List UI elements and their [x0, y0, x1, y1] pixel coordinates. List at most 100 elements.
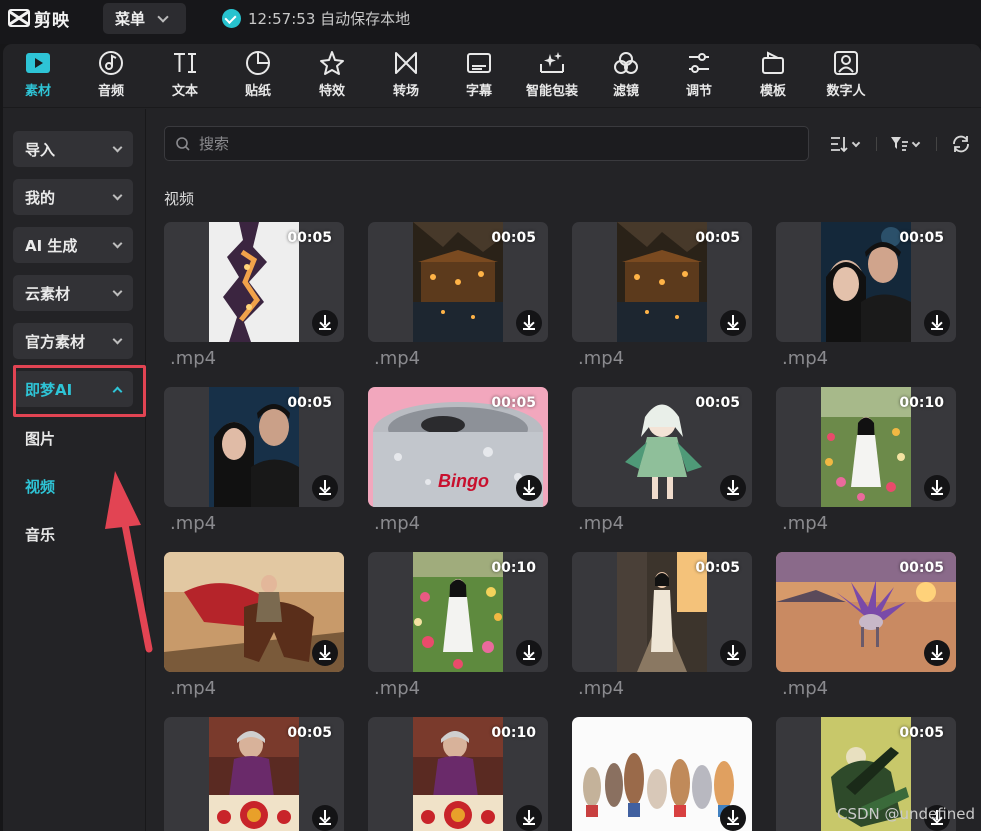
category-cloud[interactable]: 云素材	[13, 275, 133, 311]
video-card[interactable]: Bingo 00:05	[368, 387, 548, 507]
video-duration: 00:05	[287, 725, 332, 741]
menu-button[interactable]: 菜单	[103, 3, 186, 34]
video-thumbnail	[617, 222, 707, 342]
sticker-icon	[246, 50, 271, 75]
subitem-videos[interactable]: 视频	[25, 476, 55, 497]
chevron-down-icon	[112, 190, 123, 200]
tab-label: 模板	[759, 84, 786, 99]
video-card[interactable]: 00:05	[572, 222, 752, 342]
sort-icon	[831, 137, 848, 153]
tab-effects[interactable]: 特效	[314, 50, 350, 102]
menu-label: 菜单	[115, 10, 146, 28]
autosave-status: 12:57:53 自动保存本地	[222, 8, 410, 28]
download-icon[interactable]	[516, 640, 542, 666]
video-card[interactable]: 00:05	[572, 552, 752, 672]
video-card[interactable]	[572, 717, 752, 831]
refresh-button[interactable]	[951, 133, 971, 155]
video-filename: .mp4	[578, 513, 625, 534]
video-thumbnail	[413, 222, 503, 342]
video-card[interactable]: 00:05	[572, 387, 752, 507]
video-filename: .mp4	[374, 348, 421, 369]
tab-label: 智能包装	[525, 84, 578, 99]
search-input[interactable]: 搜索	[164, 126, 809, 161]
download-icon[interactable]	[312, 805, 338, 831]
video-filename: .mp4	[374, 678, 421, 699]
download-icon[interactable]	[720, 640, 746, 666]
effects-icon	[320, 51, 344, 75]
chevron-down-icon	[112, 142, 123, 152]
download-icon[interactable]	[720, 805, 746, 831]
tab-text[interactable]: 文本	[167, 50, 203, 102]
video-filename: .mp4	[374, 513, 421, 534]
app-logo: 剪映	[8, 7, 70, 31]
video-filename: .mp4	[782, 348, 829, 369]
video-thumbnail	[821, 387, 911, 507]
video-duration: 00:05	[287, 230, 332, 246]
section-title: 视频	[164, 190, 195, 208]
search-icon	[176, 136, 190, 151]
tab-label: 素材	[24, 84, 51, 99]
category-official[interactable]: 官方素材	[13, 323, 133, 359]
category-label: 云素材	[25, 284, 71, 303]
app-name: 剪映	[34, 10, 70, 31]
transition-icon	[395, 52, 417, 74]
tab-smart-package[interactable]: 智能包装	[520, 50, 584, 102]
video-card[interactable]: 00:10	[368, 552, 548, 672]
video-duration: 00:05	[899, 725, 944, 741]
download-icon[interactable]	[924, 475, 950, 501]
category-import[interactable]: 导入	[13, 131, 133, 167]
download-icon[interactable]	[312, 310, 338, 336]
tab-label: 数字人	[826, 84, 866, 99]
category-label: AI 生成	[25, 236, 78, 255]
download-icon[interactable]	[924, 310, 950, 336]
filter-button[interactable]	[889, 133, 921, 155]
tab-audio[interactable]: 音频	[93, 50, 129, 102]
video-card[interactable]: 00:05	[776, 222, 956, 342]
tab-adjust[interactable]: 调节	[681, 50, 717, 102]
feature-toolbar: 素材 音频 文本 贴纸 特效 转场 字幕 智能包装 滤镜 调节 模板 数字人	[3, 44, 981, 108]
download-icon[interactable]	[720, 310, 746, 336]
media-icon	[26, 53, 50, 73]
video-card[interactable]: 00:05	[368, 222, 548, 342]
video-filename: .mp4	[782, 513, 829, 534]
tab-subtitle[interactable]: 字幕	[461, 50, 497, 102]
sort-button[interactable]	[829, 133, 861, 155]
video-duration: 00:10	[491, 560, 536, 576]
video-card[interactable]: 00:10	[368, 717, 548, 831]
autosave-text: 12:57:53 自动保存本地	[248, 9, 411, 28]
subitem-images[interactable]: 图片	[25, 428, 55, 449]
category-mine[interactable]: 我的	[13, 179, 133, 215]
download-icon[interactable]	[516, 310, 542, 336]
video-thumbnail	[617, 552, 707, 672]
download-icon[interactable]	[312, 475, 338, 501]
video-card[interactable]: 00:05	[164, 387, 344, 507]
chevron-down-icon	[112, 286, 123, 296]
video-filename: .mp4	[170, 348, 217, 369]
tab-sticker[interactable]: 贴纸	[240, 50, 276, 102]
download-icon[interactable]	[516, 475, 542, 501]
video-card[interactable]: 00:05	[164, 222, 344, 342]
tab-digital-human[interactable]: 数字人	[821, 50, 871, 102]
video-duration: 00:05	[491, 230, 536, 246]
download-icon[interactable]	[516, 805, 542, 831]
subitem-music[interactable]: 音乐	[25, 524, 55, 545]
video-card[interactable]: 00:10	[776, 387, 956, 507]
download-icon[interactable]	[312, 640, 338, 666]
download-icon[interactable]	[924, 640, 950, 666]
audio-icon	[99, 51, 123, 75]
tab-label: 特效	[318, 84, 345, 99]
tab-label: 转场	[392, 84, 419, 99]
video-thumbnail	[209, 717, 299, 831]
tab-transition[interactable]: 转场	[388, 50, 424, 102]
tab-template[interactable]: 模板	[755, 50, 791, 102]
adjust-icon	[689, 53, 709, 73]
video-duration: 00:05	[899, 230, 944, 246]
category-ai-generate[interactable]: AI 生成	[13, 227, 133, 263]
video-card[interactable]: 00:05	[164, 717, 344, 831]
download-icon[interactable]	[720, 475, 746, 501]
tab-media[interactable]: 素材	[20, 50, 56, 102]
video-card[interactable]: 00:05	[776, 552, 956, 672]
tab-label: 字幕	[465, 84, 492, 99]
tab-filter[interactable]: 滤镜	[608, 50, 644, 102]
video-card[interactable]	[164, 552, 344, 672]
